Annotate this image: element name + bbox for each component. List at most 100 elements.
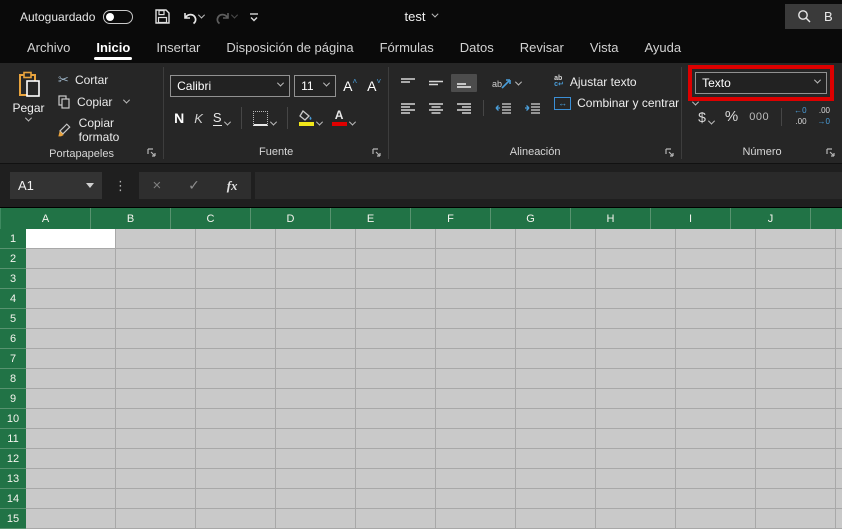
column-header-D[interactable]: D xyxy=(251,208,331,229)
decrease-indent-button[interactable] xyxy=(490,99,517,117)
cell-E8[interactable] xyxy=(356,369,436,389)
cell-E13[interactable] xyxy=(356,469,436,489)
cell-C11[interactable] xyxy=(196,429,276,449)
cell-F8[interactable] xyxy=(436,369,516,389)
cell-J14[interactable] xyxy=(756,489,836,509)
increase-indent-button[interactable] xyxy=(519,99,546,117)
column-header-K[interactable]: K xyxy=(811,208,842,229)
cell-B11[interactable] xyxy=(116,429,196,449)
cell-A15[interactable] xyxy=(26,509,116,529)
align-left-button[interactable] xyxy=(395,99,421,117)
cell-F13[interactable] xyxy=(436,469,516,489)
cell-I8[interactable] xyxy=(676,369,756,389)
cell-A12[interactable] xyxy=(26,449,116,469)
cell-I13[interactable] xyxy=(676,469,756,489)
cell-J2[interactable] xyxy=(756,249,836,269)
undo-dropdown-chevron[interactable] xyxy=(198,11,206,19)
cell-F5[interactable] xyxy=(436,309,516,329)
column-header-I[interactable]: I xyxy=(651,208,731,229)
cell-E14[interactable] xyxy=(356,489,436,509)
customize-qat-button[interactable] xyxy=(244,8,264,26)
cell-K4[interactable] xyxy=(836,289,842,309)
cell-E5[interactable] xyxy=(356,309,436,329)
copy-dropdown-chevron[interactable] xyxy=(123,96,131,104)
merge-center-button[interactable]: ↔ Combinar y centrar xyxy=(554,96,700,110)
cell-H11[interactable] xyxy=(596,429,676,449)
align-top-button[interactable] xyxy=(395,74,421,92)
cell-E9[interactable] xyxy=(356,389,436,409)
cell-F11[interactable] xyxy=(436,429,516,449)
search-box[interactable]: B xyxy=(785,4,842,29)
underline-button[interactable]: S xyxy=(209,108,234,128)
formula-input[interactable] xyxy=(255,172,842,199)
cell-E15[interactable] xyxy=(356,509,436,529)
cell-F15[interactable] xyxy=(436,509,516,529)
cell-F4[interactable] xyxy=(436,289,516,309)
cell-G12[interactable] xyxy=(516,449,596,469)
cell-C13[interactable] xyxy=(196,469,276,489)
cell-I11[interactable] xyxy=(676,429,756,449)
align-center-button[interactable] xyxy=(423,99,449,117)
cell-I5[interactable] xyxy=(676,309,756,329)
cell-B4[interactable] xyxy=(116,289,196,309)
cell-D4[interactable] xyxy=(276,289,356,309)
cell-E11[interactable] xyxy=(356,429,436,449)
cell-H7[interactable] xyxy=(596,349,676,369)
autosave-control[interactable]: Autoguardado xyxy=(20,9,134,24)
tab-vista[interactable]: Vista xyxy=(577,35,632,63)
cell-D1[interactable] xyxy=(276,229,356,249)
cell-E12[interactable] xyxy=(356,449,436,469)
cell-G11[interactable] xyxy=(516,429,596,449)
cell-C12[interactable] xyxy=(196,449,276,469)
percent-button[interactable]: % xyxy=(721,106,742,127)
cancel-icon[interactable]: × xyxy=(152,177,161,194)
cell-E2[interactable] xyxy=(356,249,436,269)
cell-H2[interactable] xyxy=(596,249,676,269)
cell-F14[interactable] xyxy=(436,489,516,509)
cell-K15[interactable] xyxy=(836,509,842,529)
cell-F3[interactable] xyxy=(436,269,516,289)
cell-B5[interactable] xyxy=(116,309,196,329)
bold-button[interactable]: N xyxy=(170,108,188,128)
tab-archivo[interactable]: Archivo xyxy=(14,35,83,63)
increase-decimal-button[interactable]: ←0 .00 xyxy=(790,105,810,128)
cell-I2[interactable] xyxy=(676,249,756,269)
row-header-9[interactable]: 9 xyxy=(0,389,26,409)
cell-H1[interactable] xyxy=(596,229,676,249)
column-header-B[interactable]: B xyxy=(91,208,171,229)
column-header-E[interactable]: E xyxy=(331,208,411,229)
cell-E10[interactable] xyxy=(356,409,436,429)
cell-C15[interactable] xyxy=(196,509,276,529)
insert-function-icon[interactable]: fx xyxy=(227,178,238,194)
cell-C8[interactable] xyxy=(196,369,276,389)
cell-B8[interactable] xyxy=(116,369,196,389)
cell-E3[interactable] xyxy=(356,269,436,289)
cell-F2[interactable] xyxy=(436,249,516,269)
document-title[interactable]: test xyxy=(405,0,439,33)
clipboard-dialog-launcher[interactable] xyxy=(147,148,157,158)
tab-disposicion[interactable]: Disposición de página xyxy=(213,35,366,63)
cell-K6[interactable] xyxy=(836,329,842,349)
cell-C6[interactable] xyxy=(196,329,276,349)
cell-B12[interactable] xyxy=(116,449,196,469)
cell-K2[interactable] xyxy=(836,249,842,269)
cell-I14[interactable] xyxy=(676,489,756,509)
alignment-dialog-launcher[interactable] xyxy=(665,148,675,158)
cell-A13[interactable] xyxy=(26,469,116,489)
cell-K11[interactable] xyxy=(836,429,842,449)
cell-H6[interactable] xyxy=(596,329,676,349)
cell-C2[interactable] xyxy=(196,249,276,269)
tab-inicio[interactable]: Inicio xyxy=(83,35,143,63)
cell-K5[interactable] xyxy=(836,309,842,329)
column-header-F[interactable]: F xyxy=(411,208,491,229)
borders-dropdown-chevron[interactable] xyxy=(269,118,277,126)
tab-datos[interactable]: Datos xyxy=(447,35,507,63)
cell-B10[interactable] xyxy=(116,409,196,429)
cell-B3[interactable] xyxy=(116,269,196,289)
cell-G13[interactable] xyxy=(516,469,596,489)
row-header-4[interactable]: 4 xyxy=(0,289,26,309)
column-header-G[interactable]: G xyxy=(491,208,571,229)
cell-D6[interactable] xyxy=(276,329,356,349)
cell-K3[interactable] xyxy=(836,269,842,289)
cell-H9[interactable] xyxy=(596,389,676,409)
